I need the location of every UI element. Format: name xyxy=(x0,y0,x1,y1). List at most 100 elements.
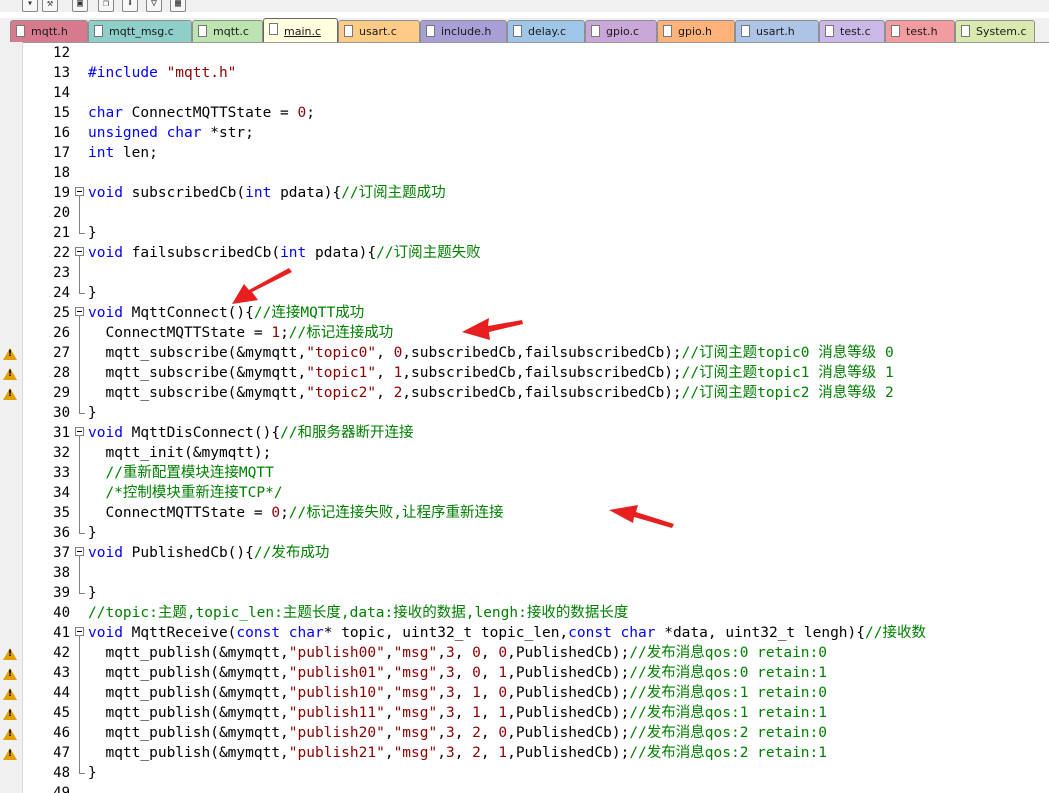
warning-icon[interactable] xyxy=(3,648,17,660)
code-line[interactable]: 12 xyxy=(0,43,1049,63)
code-line[interactable]: 25 void MqttConnect(){//连接MQTT成功 xyxy=(0,303,1049,323)
fold-marker[interactable] xyxy=(74,243,86,263)
line-number: 47 xyxy=(53,745,70,761)
fold-marker xyxy=(74,123,86,143)
collapse-icon[interactable] xyxy=(75,187,84,196)
code-line[interactable]: 29 mqtt_subscribe(&mymqtt,"topic2", 2,su… xyxy=(0,383,1049,403)
line-number: 16 xyxy=(53,125,70,141)
warning-icon[interactable] xyxy=(3,688,17,700)
code-line[interactable]: 38 xyxy=(0,563,1049,583)
code-token: ,subscribedCb,failsubscribedCb); xyxy=(402,365,682,381)
comment-token: //订阅主题topic2 消息等级 2 xyxy=(681,385,894,401)
dropdown-icon[interactable]: ▾ xyxy=(22,0,38,12)
code-line[interactable]: 22 void failsubscribedCb(int pdata){//订阅主… xyxy=(0,243,1049,263)
tab-gpio-c[interactable]: gpio.c xyxy=(585,20,657,42)
code-text: ConnectMQTTState = 1;//标记连接成功 xyxy=(88,323,393,343)
code-line[interactable]: 49 xyxy=(0,783,1049,793)
code-line[interactable]: 47 mqtt_publish(&mymqtt,"publish21","msg… xyxy=(0,743,1049,763)
code-line[interactable]: 14 xyxy=(0,83,1049,103)
code-token: , xyxy=(437,725,446,741)
code-line[interactable]: 44 mqtt_publish(&mymqtt,"publish10","msg… xyxy=(0,683,1049,703)
build-icon[interactable]: ⚒ xyxy=(42,0,58,12)
code-line[interactable]: 31 void MqttDisConnect(){//和服务器断开连接 xyxy=(0,423,1049,443)
code-line[interactable]: 41 void MqttReceive(const char* topic, ui… xyxy=(0,623,1049,643)
collapse-icon[interactable] xyxy=(75,427,84,436)
tab-gpio-h[interactable]: gpio.h xyxy=(657,20,735,42)
download-icon[interactable]: ⬇ xyxy=(122,0,138,12)
collapse-icon[interactable] xyxy=(75,247,84,256)
fold-marker[interactable] xyxy=(74,183,86,203)
code-line[interactable]: 43 mqtt_publish(&mymqtt,"publish01","msg… xyxy=(0,663,1049,683)
code-token: , xyxy=(384,745,394,761)
tab-test-c[interactable]: test.c xyxy=(819,20,885,42)
fold-marker[interactable] xyxy=(74,543,86,563)
line-number: 29 xyxy=(53,385,70,401)
comment-token: //订阅主题topic0 消息等级 0 xyxy=(681,345,894,361)
image-icon[interactable]: ▦ xyxy=(170,0,186,12)
line-number: 13 xyxy=(53,65,70,81)
code-line[interactable]: 28 mqtt_subscribe(&mymqtt,"topic1", 1,su… xyxy=(0,363,1049,383)
code-token: ,PublishedCb); xyxy=(507,665,630,681)
code-line[interactable]: 27 mqtt_subscribe(&mymqtt,"topic0", 0,su… xyxy=(0,343,1049,363)
code-line[interactable]: 37 void PublishedCb(){//发布成功 xyxy=(0,543,1049,563)
code-text: //topic:主题,topic_len:主题长度,data:接收的数据,len… xyxy=(88,603,628,623)
code-line[interactable]: 20 xyxy=(0,203,1049,223)
stack-icon[interactable]: ▣ xyxy=(72,0,88,12)
code-line[interactable]: 39} xyxy=(0,583,1049,603)
code-line[interactable]: 36} xyxy=(0,523,1049,543)
layers-icon[interactable]: ❐ xyxy=(98,0,114,12)
code-token: ; xyxy=(280,325,289,341)
warning-icon[interactable] xyxy=(3,348,17,360)
code-text: ConnectMQTTState = 0;//标记连接失败,让程序重新连接 xyxy=(88,503,503,523)
collapse-icon[interactable] xyxy=(75,547,84,556)
warning-icon[interactable] xyxy=(3,368,17,380)
warning-icon[interactable] xyxy=(3,388,17,400)
tab-mqtt-h[interactable]: mqtt.h xyxy=(10,20,88,42)
literal-token: "publish21" xyxy=(288,745,385,761)
warning-icon[interactable] xyxy=(3,748,17,760)
code-line[interactable]: 26 ConnectMQTTState = 1;//标记连接成功 xyxy=(0,323,1049,343)
line-number: 37 xyxy=(53,545,70,561)
code-line[interactable]: 35 ConnectMQTTState = 0;//标记连接失败,让程序重新连接 xyxy=(0,503,1049,523)
code-line[interactable]: 42 mqtt_publish(&mymqtt,"publish00","msg… xyxy=(0,643,1049,663)
code-line[interactable]: 23 xyxy=(0,263,1049,283)
tab-test-h[interactable]: test.h xyxy=(885,20,955,42)
code-line[interactable]: 24} xyxy=(0,283,1049,303)
code-line[interactable]: 13 #include "mqtt.h" xyxy=(0,63,1049,83)
code-line[interactable]: 33 //重新配置模块连接MQTT xyxy=(0,463,1049,483)
line-number: 19 xyxy=(53,185,70,201)
warning-icon[interactable] xyxy=(3,668,17,680)
code-line[interactable]: 16 unsigned char *str; xyxy=(0,123,1049,143)
tab-mqtt-c[interactable]: mqtt.c xyxy=(192,20,263,42)
code-editor[interactable]: 12 13 #include "mqtt.h" 14 15 char ConnectMQT… xyxy=(0,42,1049,793)
tab-system-c[interactable]: System.c xyxy=(955,20,1035,42)
filter-icon[interactable]: ▽ xyxy=(146,0,162,12)
code-line[interactable]: 45 mqtt_publish(&mymqtt,"publish11","msg… xyxy=(0,703,1049,723)
code-line[interactable]: 48} xyxy=(0,763,1049,783)
code-token: , xyxy=(454,705,473,721)
code-line[interactable]: 46 mqtt_publish(&mymqtt,"publish20","msg… xyxy=(0,723,1049,743)
tab-usart-h[interactable]: usart.h xyxy=(735,20,819,42)
tab-include-h[interactable]: include.h xyxy=(420,20,507,42)
code-line[interactable]: 17 int len; xyxy=(0,143,1049,163)
collapse-icon[interactable] xyxy=(75,307,84,316)
collapse-icon[interactable] xyxy=(75,627,84,636)
fold-marker[interactable] xyxy=(74,303,86,323)
tab-mqtt_msg-c[interactable]: mqtt_msg.c xyxy=(88,20,192,42)
warning-icon[interactable] xyxy=(3,708,17,720)
tab-delay-c[interactable]: delay.c xyxy=(507,20,585,42)
code-line[interactable]: 21} xyxy=(0,223,1049,243)
comment-token: //发布消息qos:2 retain:0 xyxy=(629,725,827,741)
code-line[interactable]: 32 mqtt_init(&mymqtt); xyxy=(0,443,1049,463)
code-line[interactable]: 40 //topic:主题,topic_len:主题长度,data:接收的数据,l… xyxy=(0,603,1049,623)
code-line[interactable]: 19 void subscribedCb(int pdata){//订阅主题成功 xyxy=(0,183,1049,203)
code-line[interactable]: 18 xyxy=(0,163,1049,183)
code-line[interactable]: 15 char ConnectMQTTState = 0; xyxy=(0,103,1049,123)
tab-main-c[interactable]: main.c xyxy=(263,18,338,42)
code-line[interactable]: 34 /*控制模块重新连接TCP*/ xyxy=(0,483,1049,503)
code-line[interactable]: 30} xyxy=(0,403,1049,423)
fold-marker[interactable] xyxy=(74,623,86,643)
fold-marker[interactable] xyxy=(74,423,86,443)
warning-icon[interactable] xyxy=(3,728,17,740)
tab-usart-c[interactable]: usart.c xyxy=(338,20,420,42)
